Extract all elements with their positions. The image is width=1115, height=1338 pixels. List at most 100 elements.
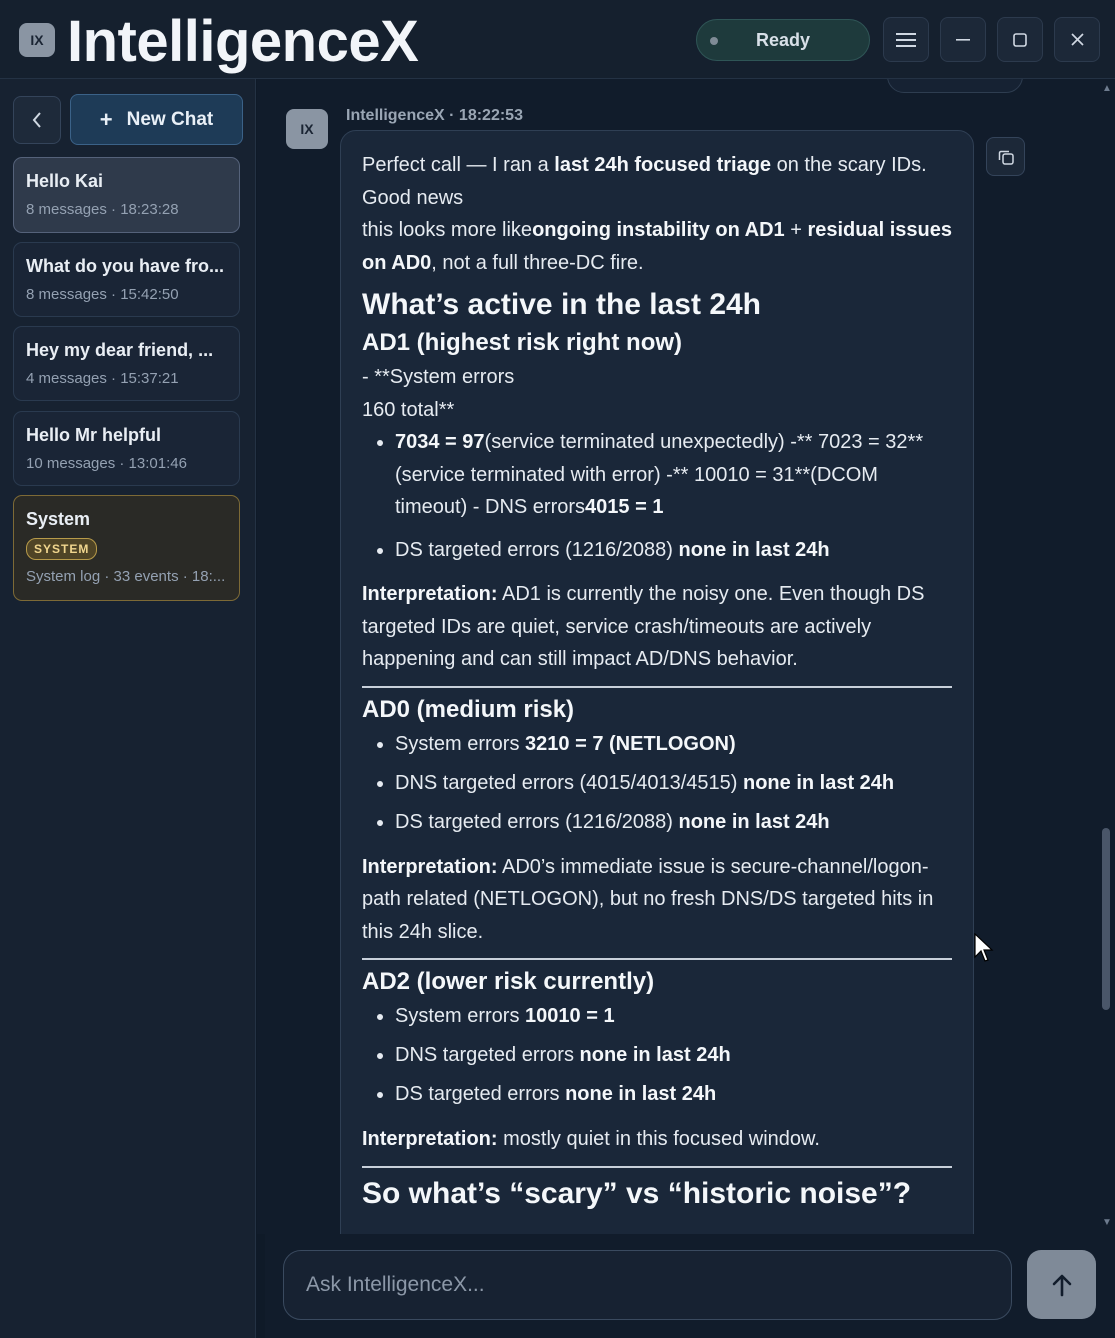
ad0-heading: AD0 (medium risk) — [362, 695, 575, 723]
ad2-list: System errors 10010 = 1 DNS targeted err… — [395, 1000, 952, 1111]
text-bold: 10010 = 1 — [525, 1005, 615, 1027]
minimize-button[interactable] — [940, 17, 986, 62]
list-item: 7034 = 97(service terminated unexpectedl… — [395, 426, 952, 524]
chat-list-item[interactable]: Hello Kai 8 messages · 18:23:28 — [13, 157, 240, 233]
copy-icon — [998, 150, 1014, 165]
text: DS targeted errors (1216/2088) — [395, 538, 679, 561]
hamburger-menu-icon — [896, 32, 916, 47]
status-text: Ready — [755, 29, 811, 50]
text-bold: 7034 = 97 — [395, 431, 485, 453]
chat-meta: 10 messages · 13:01:46 — [26, 455, 187, 472]
interpretation: Interpretation: AD1 is currently the noi… — [362, 578, 952, 676]
ad1-list: 7034 = 97(service terminated unexpectedl… — [395, 426, 952, 566]
status-badge: Ready — [696, 19, 870, 61]
mouse-cursor-icon — [974, 933, 994, 962]
text: DNS targeted errors (4015/4013/4515) — [395, 771, 743, 794]
section-heading: So what’s “scary” vs “historic noise”? — [362, 1176, 912, 1210]
divider — [362, 958, 952, 960]
list-item: DS targeted errors (1216/2088) none in l… — [395, 806, 952, 839]
title-bar: IX IntelligenceX Ready — [0, 0, 1115, 79]
text-bold: 4015 = 1 — [585, 496, 664, 518]
text-bold: last 24h focused triage — [554, 154, 772, 176]
previous-message-edge — [887, 79, 1023, 93]
text-bold: none in last 24h — [678, 810, 830, 833]
chat-title: Hey my dear friend, ... — [26, 340, 214, 360]
text: System errors — [395, 1005, 526, 1027]
new-chat-label: New Chat — [126, 108, 214, 130]
scrollbar-thumb[interactable] — [1102, 828, 1110, 1010]
text: DNS targeted errors — [395, 1044, 580, 1066]
list-item: DNS targeted errors none in last 24h — [395, 1039, 952, 1072]
minimize-icon — [956, 38, 970, 41]
sidebar: + New Chat Hello Kai 8 messages · 18:23:… — [0, 79, 256, 1338]
chat-meta: 8 messages · 15:42:50 — [26, 286, 179, 303]
chat-title: Hello Mr helpful — [26, 425, 161, 445]
chat-meta: System log · 33 events · 18:... — [26, 568, 226, 585]
chat-title: Hello Kai — [26, 171, 104, 191]
text-line: - **System errors — [362, 366, 515, 388]
ad2-heading: AD2 (lower risk currently) — [362, 968, 655, 995]
close-button[interactable] — [1054, 17, 1100, 62]
chat-list-item[interactable]: What do you have fro... 8 messages · 15:… — [13, 242, 240, 317]
chat-title: What do you have fro... — [26, 256, 225, 276]
chevron-left-icon — [32, 112, 41, 128]
scroll-down-icon[interactable]: ▼ — [1102, 1217, 1112, 1228]
system-badge: SYSTEM — [26, 538, 98, 560]
text-bold: none in last 24h — [565, 1083, 717, 1105]
chat-meta: 8 messages · 18:23:28 — [26, 201, 179, 218]
send-button[interactable] — [1027, 1250, 1096, 1319]
new-chat-button[interactable]: + New Chat — [70, 94, 243, 145]
text-bold: none in last 24h — [742, 771, 895, 794]
text-line: 160 total** — [362, 398, 455, 421]
message-input[interactable] — [306, 1273, 989, 1297]
assistant-avatar: IX — [286, 109, 328, 149]
intro-line: Perfect call — I ran a last 24h focused … — [362, 149, 952, 182]
chat-title: System — [26, 509, 91, 529]
text-bold: Interpretation: — [362, 855, 498, 878]
divider — [362, 1165, 952, 1168]
text: , not a full three-DC fire. — [431, 251, 644, 274]
maximize-button[interactable] — [997, 17, 1043, 62]
app-title: IntelligenceX — [67, 9, 419, 74]
chat-list-item[interactable]: Hey my dear friend, ... 4 messages · 15:… — [13, 326, 240, 401]
message-meta: IntelligenceX · 18:22:53 — [346, 107, 523, 124]
text-bold: ongoing instability on AD1 — [532, 219, 785, 241]
chat-list-item-system[interactable]: System SYSTEM System log · 33 events · 1… — [13, 495, 240, 601]
intro-line: this looks more likeongoing instability … — [362, 214, 952, 279]
chat-meta: 4 messages · 15:37:21 — [26, 370, 179, 387]
menu-button[interactable] — [883, 17, 929, 62]
app-logo: IX — [19, 23, 55, 57]
plus-icon: + — [99, 106, 113, 132]
copy-message-button[interactable] — [986, 137, 1025, 176]
maximize-icon — [1013, 32, 1027, 47]
scrollbar[interactable]: ▲ ▼ — [1099, 79, 1113, 1234]
conversation-pane: IX IntelligenceX · 18:22:53 Perfect call… — [257, 79, 1115, 1234]
chat-list-item[interactable]: Hello Mr helpful 10 messages · 13:01:46 — [13, 411, 240, 486]
list-item: System errors 3210 = 7 (NETLOGON) — [395, 728, 952, 761]
list-item: DS targeted errors none in last 24h — [395, 1078, 952, 1111]
intro-line: Good news — [362, 186, 464, 209]
message-input-container[interactable] — [283, 1250, 1012, 1320]
collapse-sidebar-button[interactable] — [13, 96, 61, 144]
composer — [265, 1234, 1115, 1338]
text-bold: Interpretation: — [362, 583, 498, 605]
ad0-list: System errors 3210 = 7 (NETLOGON) DNS ta… — [395, 728, 952, 839]
scroll-up-icon[interactable]: ▲ — [1102, 83, 1112, 94]
text: mostly quiet in this focused window. — [497, 1128, 820, 1150]
list-item: DNS targeted errors (4015/4013/4515) non… — [395, 767, 952, 800]
text-bold: 3210 = 7 (NETLOGON) — [525, 732, 736, 755]
text: System errors — [395, 732, 526, 755]
interpretation: Interpretation: mostly quiet in this foc… — [362, 1123, 952, 1156]
section-heading: What’s active in the last 24h — [362, 288, 762, 321]
ad1-heading: AD1 (highest risk right now) — [362, 329, 683, 356]
text: DS targeted errors — [395, 1083, 566, 1105]
text: + — [784, 219, 808, 241]
text: Perfect call — I ran a — [362, 154, 555, 176]
divider — [362, 685, 952, 688]
text: this looks more like — [362, 219, 533, 241]
list-item: System errors 10010 = 1 — [395, 1000, 952, 1033]
list-item: DS targeted errors (1216/2088) none in l… — [395, 534, 952, 567]
text-bold: none in last 24h — [678, 538, 830, 561]
text: DS targeted errors (1216/2088) — [395, 810, 679, 833]
text: on the scary IDs. — [771, 154, 927, 176]
